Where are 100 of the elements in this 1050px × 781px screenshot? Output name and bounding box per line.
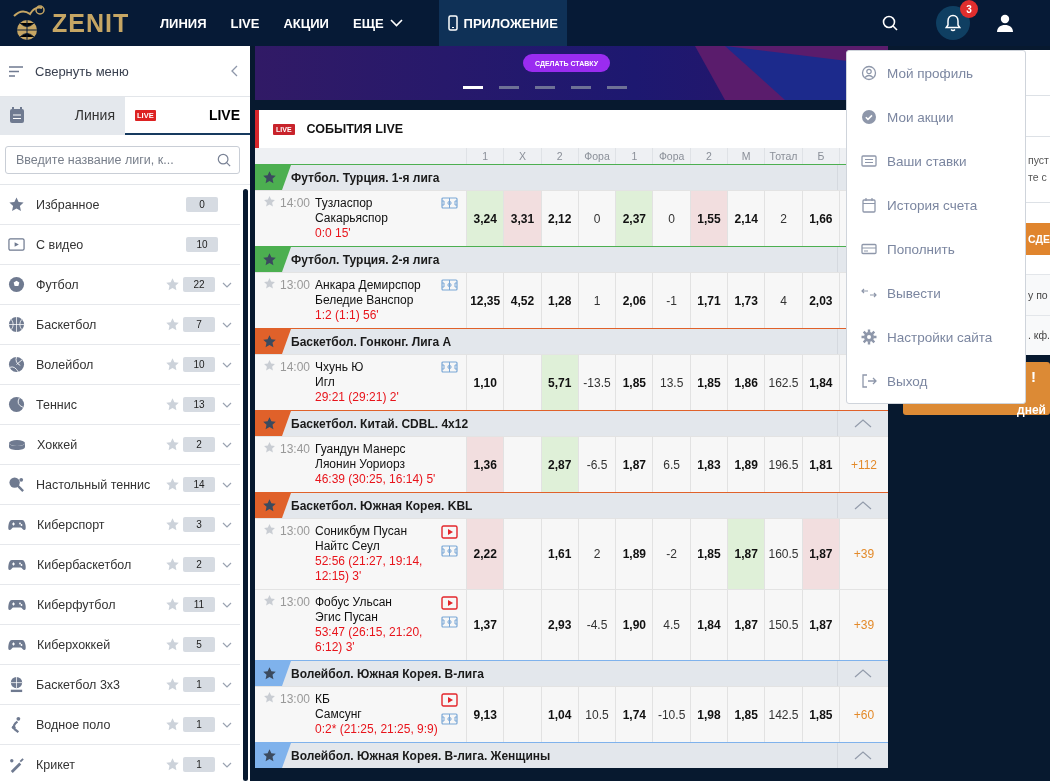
nav-link[interactable]: ЛИНИЯ [160,15,207,31]
field-icon[interactable] [441,361,458,373]
chevron-down-icon[interactable] [222,441,232,448]
sport-item[interactable]: Водное поло 1 [0,705,240,745]
video-icon[interactable] [441,525,458,539]
favorite-star-icon[interactable] [165,757,180,772]
field-icon[interactable] [441,545,458,557]
favorite-star-icon[interactable] [165,357,180,372]
odds-cell[interactable]: 2,22 [466,519,504,589]
menu-item[interactable]: Мои акции [847,95,1025,139]
menu-icon[interactable] [9,65,23,77]
match-cell[interactable]: 13:00 Фобус Ульсан Эгис Пусан 53:47 (26:15, 21:20, 6:12) 3' [255,590,466,660]
sport-item[interactable]: Настольный теннис 14 [0,465,240,505]
favorite-star-icon[interactable] [165,597,180,612]
sport-item[interactable]: Кибербаскетбол 2 [0,545,240,585]
sport-item[interactable]: Крикет 1 [0,745,240,781]
favorite-star-icon[interactable] [263,195,276,208]
favorite-star-icon[interactable] [165,317,180,332]
match-cell[interactable]: 13:40 Гуандун Манерс Ляонин Уориорз 46:39 (30:25, 16:14) 5' [255,437,466,492]
sport-item[interactable]: Киберхоккей 5 [0,625,240,665]
field-icon[interactable] [441,197,458,209]
sport-item[interactable]: Баскетбол 3x3 1 [0,665,240,705]
sport-item[interactable]: Волейбол 10 [0,345,240,385]
chevron-down-icon[interactable] [222,481,232,488]
favorite-star-icon[interactable] [165,397,180,412]
chevron-down-icon[interactable] [222,281,232,288]
video-icon[interactable] [441,693,458,707]
league-header[interactable]: Баскетбол. Китай. CDBL. 4x12 [255,410,888,436]
sport-item[interactable]: Хоккей 2 [0,425,240,465]
chevron-down-icon[interactable] [222,641,232,648]
sport-item[interactable]: Избранное 0 [0,185,240,225]
favorite-star-icon[interactable] [165,437,180,452]
match-cell[interactable]: 14:00 Тузласпор Сакарьяспор 0:0 15' [255,191,466,246]
app-button[interactable]: ПРИЛОЖЕНИЕ [438,0,567,46]
chevron-down-icon[interactable] [222,401,232,408]
chevron-up-icon[interactable] [854,501,872,510]
favorite-star-icon[interactable] [263,277,276,290]
sport-item[interactable]: С видео 10 [0,225,240,265]
sport-item[interactable]: Киберспорт 3 [0,505,240,545]
favorite-star-icon[interactable] [263,594,276,607]
sport-item[interactable]: Баскетбол 7 [0,305,240,345]
chevron-down-icon[interactable] [222,321,232,328]
favorite-star-icon[interactable] [263,523,276,536]
chevron-down-icon[interactable] [222,361,232,368]
sport-item[interactable]: Теннис 13 [0,385,240,425]
match-cell[interactable]: 13:00 Анкара Демирспор Беледие Ванспор 1:2 (1:1) 56' [255,273,466,328]
nav-link[interactable]: АКЦИИ [283,15,329,31]
favorite-star-icon[interactable] [165,517,180,532]
search-icon[interactable] [882,15,898,31]
favorite-star-icon[interactable] [165,557,180,572]
favorite-star-icon[interactable] [263,691,276,704]
odds-cell[interactable]: 3,31 [503,191,541,246]
odds-cell[interactable]: 5,71 [540,355,578,410]
odds-cell[interactable]: 1,36 [466,437,504,492]
chevron-down-icon[interactable] [222,561,232,568]
match-cell[interactable]: 13:00 Соникбум Пусан Найтс Сеул 52:56 (21:27, 19:14, 12:15) 3' [255,519,466,589]
favorite-star-icon[interactable] [165,637,180,652]
chevron-left-icon[interactable] [231,65,238,77]
search-field[interactable]: Введите название лиги, к... [5,146,240,174]
menu-item[interactable]: Вывести [847,271,1025,315]
odds-cell[interactable]: 1,87 [727,519,765,589]
chevron-down-icon[interactable] [222,521,232,528]
league-header[interactable]: Баскетбол. Южная Корея. KBL [255,492,888,518]
odds-cell[interactable]: 3,24 [466,191,504,246]
field-icon[interactable] [441,713,458,725]
field-icon[interactable] [441,279,458,291]
odds-cell[interactable]: 2,37 [615,191,653,246]
sport-item[interactable]: Футбол 22 [0,265,240,305]
menu-item[interactable]: Выход [847,359,1025,403]
odds-cell[interactable]: 1,55 [689,191,728,246]
scrollbar[interactable] [242,189,248,781]
video-icon[interactable] [441,596,458,610]
chevron-down-icon[interactable] [222,721,232,728]
chevron-up-icon[interactable] [854,669,872,678]
menu-item[interactable]: Мой профиль [847,51,1025,95]
favorite-star-icon[interactable] [263,441,276,454]
sport-item[interactable]: Киберфутбол 11 [0,585,240,625]
match-cell[interactable]: 13:00 КБ Самсунг 0:2* (21:25, 21:25, 9:9) [255,687,466,742]
chevron-down-icon[interactable] [222,601,232,608]
notifications-button[interactable] [936,6,970,40]
match-cell[interactable]: 14:00 Чхунь Ю Игл 29:21 (29:21) 2' [255,355,466,410]
user-icon[interactable] [996,14,1014,32]
favorite-star-icon[interactable] [165,277,180,292]
chevron-down-icon[interactable] [222,761,232,768]
favorite-star-icon[interactable] [165,677,180,692]
nav-link[interactable]: LIVE [230,15,260,31]
collapse-menu-link[interactable]: Свернуть меню [35,63,219,79]
field-icon[interactable] [441,616,458,628]
sidebar-tab[interactable]: Линия [0,97,125,135]
favorite-star-icon[interactable] [165,477,180,492]
chevron-up-icon[interactable] [854,751,872,760]
odds-cell[interactable]: 2,87 [540,437,578,492]
nav-link[interactable]: ЕЩЕ [352,15,403,31]
chevron-up-icon[interactable] [854,419,872,428]
league-header[interactable]: Волейбол. Южная Корея. В-лига. Женщины [255,742,888,768]
favorite-star-icon[interactable] [263,359,276,372]
odds-cell[interactable]: 1,87 [801,519,839,589]
favorite-star-icon[interactable] [165,717,180,732]
league-header[interactable]: Волейбол. Южная Корея. В-лига [255,660,888,686]
chevron-down-icon[interactable] [222,681,232,688]
